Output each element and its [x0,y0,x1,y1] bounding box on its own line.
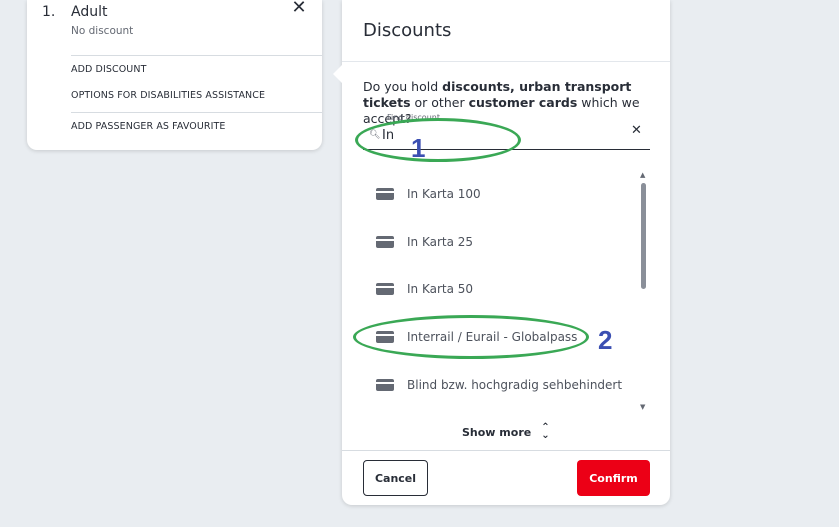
annotation-ellipse-interrail [353,315,589,359]
list-item-label: Blind bzw. hochgradig sehbehindert [407,378,623,392]
popover-header: Discounts [342,0,670,62]
divider [71,112,322,113]
expand-icon: ⌃ ⌄ [541,422,550,441]
popover-footer [342,450,670,451]
list-item-label: In Karta 25 [407,235,474,249]
annotation-number: 1 [411,133,426,163]
card-icon [376,188,394,200]
passenger-type: Adult [71,4,108,20]
divider [71,55,322,56]
passenger-index: 1. [42,4,56,20]
annotation-number: 2 [598,325,613,355]
list-item[interactable]: Blind bzw. hochgradig sehbehindert [376,373,622,397]
intro-bold: customer cards [468,95,578,110]
cancel-button[interactable]: Cancel [363,460,428,496]
passenger-discount-status: No discount [71,25,134,37]
add-discount-link[interactable]: ADD DISCOUNT [71,64,146,75]
discount-list: In Karta 100 In Karta 25 In Karta 50 Int… [342,170,652,410]
card-icon [376,379,394,391]
discounts-popover: Discounts Do you hold discounts, urban t… [333,0,670,505]
list-item[interactable]: In Karta 100 [376,182,481,206]
show-more-button[interactable]: Show more ⌃ ⌄ [462,422,550,441]
clear-icon[interactable]: ✕ [631,123,642,138]
list-item[interactable]: In Karta 50 [376,277,473,301]
list-item-label: In Karta 100 [407,187,481,201]
card-icon [376,283,394,295]
list-item[interactable]: In Karta 25 [376,230,473,254]
scrollbar-thumb[interactable] [641,183,646,289]
close-icon[interactable]: ✕ [291,0,307,17]
intro-text: or other [410,95,469,110]
annotation-ellipse-search [355,118,521,162]
passenger-card: 1. Adult No discount ✕ ADD DISCOUNT OPTI… [27,0,322,150]
show-more-label: Show more [462,425,532,439]
card-icon [376,236,394,248]
popover-title: Discounts [363,20,452,41]
list-scrollbar[interactable]: ▲ ▼ [638,171,650,411]
scroll-down-icon[interactable]: ▼ [640,403,645,411]
confirm-button[interactable]: Confirm [577,460,650,496]
intro-text: Do you hold [363,79,443,94]
scroll-up-icon[interactable]: ▲ [640,171,645,179]
popover-arrow [333,65,342,83]
list-item-label: In Karta 50 [407,282,474,296]
add-favourite-link[interactable]: ADD PASSENGER AS FAVOURITE [71,121,226,132]
disabilities-assistance-link[interactable]: OPTIONS FOR DISABILITIES ASSISTANCE [71,90,265,101]
